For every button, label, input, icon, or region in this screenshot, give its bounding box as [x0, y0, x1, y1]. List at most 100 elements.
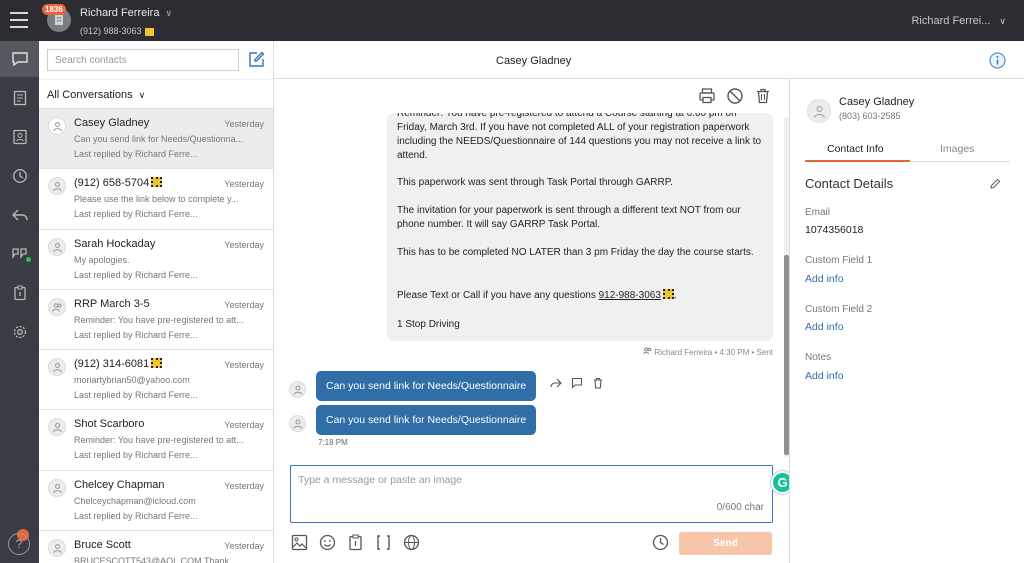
template-button[interactable]	[347, 534, 364, 554]
custom-field-1-add-link[interactable]: Add info	[805, 273, 844, 285]
schedule-message-button[interactable]	[652, 534, 669, 554]
conversation-name-text: Casey Gladney	[74, 117, 150, 129]
conversation-name: (912) 658-5704	[74, 177, 163, 190]
user-icon	[53, 363, 62, 373]
user-icon	[53, 242, 62, 252]
last-replied-by: Last replied by Richard Ferre...	[74, 390, 198, 401]
qr-code-icon	[144, 27, 154, 36]
conversation-item[interactable]: Sarah Hockaday Yesterday My apologies. Last…	[39, 230, 273, 290]
avatar	[48, 478, 66, 497]
forward-icon[interactable]	[550, 377, 562, 389]
message-input[interactable]	[298, 474, 718, 494]
nav-templates[interactable]	[0, 80, 39, 116]
last-replied-by: Last replied by Richard Ferre...	[74, 269, 198, 280]
conversation-time: Yesterday	[224, 119, 264, 129]
conversation-title: Casey Gladney	[496, 55, 572, 67]
conversation-preview: Reminder: You have pre-registered to att…	[74, 435, 244, 446]
last-replied-by: Last replied by Richard Ferre...	[74, 209, 198, 220]
custom-field-2-add-link[interactable]: Add info	[805, 321, 844, 333]
tab-images[interactable]: Images	[940, 143, 974, 155]
conversation-item[interactable]: RRP March 3-5 Yesterday Reminder: You have…	[39, 290, 273, 351]
clock-icon	[652, 534, 669, 551]
user-icon	[53, 423, 62, 433]
nav-auto-reply[interactable]	[0, 197, 39, 233]
conversation-time: Yesterday	[224, 541, 264, 552]
message-text: .	[673, 290, 677, 301]
delete-conversation-button[interactable]	[754, 87, 772, 108]
gear-icon	[13, 325, 26, 339]
conversation-item[interactable]: (912) 658-5704 Yesterday Please use the li…	[39, 169, 273, 230]
nav-messages[interactable]	[0, 41, 39, 77]
conversation-preview: Reminder: You have pre-registered to att…	[74, 314, 244, 325]
clipboard-icon	[349, 534, 362, 551]
nav-scheduled[interactable]	[0, 158, 39, 194]
message-paragraph: The invitation for your paperwork is sen…	[397, 205, 741, 230]
print-button[interactable]	[698, 87, 716, 108]
users-icon	[643, 347, 652, 355]
emoji-button[interactable]	[319, 534, 336, 554]
nav-reviews[interactable]	[0, 236, 39, 272]
filter-dropdown[interactable]: All Conversations ∨	[47, 89, 145, 101]
message-paragraph: This paperwork was sent through Task Por…	[397, 177, 673, 188]
conversation-name-text: Chelcey Chapman	[74, 478, 165, 491]
conversation-time: Yesterday	[224, 420, 264, 431]
account-switcher[interactable]: Richard Ferreira ∨	[80, 7, 172, 19]
reply-icon	[11, 209, 28, 221]
conversation-time: Yesterday	[224, 360, 264, 371]
search-contacts-input[interactable]	[47, 49, 239, 71]
phone-link[interactable]: 912-988-3063	[599, 290, 661, 301]
conversation-name: Chelcey Chapman	[74, 479, 165, 491]
block-button[interactable]	[726, 87, 744, 108]
qr-code-icon	[151, 177, 163, 188]
contact-phone: (803) 603-2585	[839, 111, 901, 121]
conversation-item[interactable]: Bruce Scott Yesterday BRUCESCOTT543@AOL.CO…	[39, 531, 273, 563]
notes-add-link[interactable]: Add info	[805, 370, 844, 382]
user-icon	[53, 122, 62, 132]
message-paragraph: This has to be completed NO LATER than 3…	[397, 247, 754, 258]
custom-field-1-label: Custom Field 1	[805, 255, 873, 266]
nav-settings[interactable]	[0, 314, 39, 350]
user-menu[interactable]: Richard Ferrei... ∨	[911, 15, 1006, 27]
online-status-dot	[26, 257, 31, 262]
avatar	[48, 117, 66, 135]
conversation-item[interactable]: Chelcey Chapman Yesterday Chelceychapman@i…	[39, 471, 273, 532]
search-row	[39, 41, 273, 79]
conversation-time: Yesterday	[224, 480, 264, 491]
user-icon	[293, 419, 303, 429]
message-paragraph: Reminder: You have pre-registered to att…	[397, 113, 762, 161]
conversation-item[interactable]: Casey Gladney Yesterday Can you send link …	[39, 109, 273, 170]
tab-contact-info[interactable]: Contact Info	[827, 143, 884, 155]
translate-button[interactable]	[403, 534, 420, 554]
conversation-filter[interactable]: All Conversations ∨	[39, 79, 273, 109]
chevron-down-icon: ∨	[999, 16, 1006, 26]
menu-icon[interactable]	[10, 12, 28, 28]
edit-contact-button[interactable]	[989, 178, 1001, 193]
document-icon	[13, 90, 26, 106]
merge-field-button[interactable]	[375, 534, 392, 554]
help-button[interactable]: ?	[8, 533, 30, 555]
send-button[interactable]: Send	[679, 532, 772, 555]
comment-icon[interactable]	[571, 377, 583, 389]
account-phone: (912) 988-3063	[80, 26, 154, 36]
conversation-list: Casey Gladney Yesterday Can you send link …	[39, 109, 273, 563]
avatar	[807, 99, 831, 123]
last-replied-by: Last replied by Richard Ferre...	[74, 450, 198, 461]
nav-tasks[interactable]	[0, 275, 39, 311]
conversation-item[interactable]: (912) 314-6081 Yesterday moriartybrian50@y…	[39, 350, 273, 411]
conversation-name: (912) 314-6081	[74, 358, 163, 370]
conversation-preview: My apologies.	[74, 254, 130, 265]
conversation-name: RRP March 3-5	[74, 298, 150, 310]
conversation-name-text: (912) 658-5704	[74, 177, 150, 190]
trash-icon[interactable]	[592, 377, 604, 389]
new-message-button[interactable]	[248, 51, 265, 71]
active-tab-indicator	[805, 160, 910, 162]
clock-icon	[12, 169, 27, 183]
conversation-item[interactable]: Shot Scarboro Yesterday Reminder: You have…	[39, 410, 273, 471]
nav-contacts[interactable]	[0, 119, 39, 155]
user-icon	[53, 182, 62, 192]
attach-image-button[interactable]	[291, 534, 308, 554]
message-thread: Reminder: You have pre-registered to att…	[274, 79, 789, 459]
avatar	[289, 415, 306, 432]
info-button[interactable]	[989, 52, 1006, 72]
avatar	[48, 358, 66, 377]
